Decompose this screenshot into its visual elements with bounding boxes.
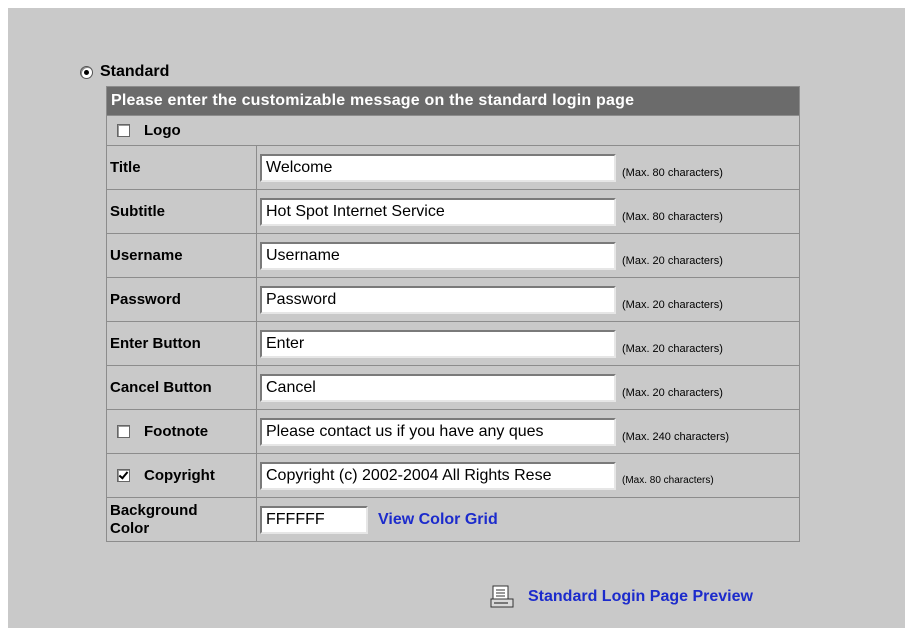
document-preview-icon[interactable]	[490, 584, 518, 610]
title-hint: (Max. 80 characters)	[622, 166, 723, 179]
password-label: Password	[107, 278, 257, 322]
background-color-row: Background Color FFFFFF View Color Grid	[107, 498, 799, 541]
background-color-label-line2: Color	[110, 519, 150, 537]
footnote-input[interactable]: Please contact us if you have any ques	[260, 417, 616, 446]
title-label: Title	[107, 146, 257, 190]
copyright-label: Copyright	[144, 467, 215, 484]
view-color-grid-link[interactable]: View Color Grid	[378, 511, 498, 529]
password-hint: (Max. 20 characters)	[622, 298, 723, 311]
password-row: Password Password (Max. 20 characters)	[107, 278, 799, 322]
subtitle-label: Subtitle	[107, 190, 257, 234]
cancel-button-row: Cancel Button Cancel (Max. 20 characters…	[107, 366, 799, 410]
copyright-checkbox[interactable]	[117, 469, 130, 482]
enter-button-row: Enter Button Enter (Max. 20 characters)	[107, 322, 799, 366]
footnote-hint: (Max. 240 characters)	[622, 430, 729, 443]
copyright-row: Copyright Copyright (c) 2002-2004 All Ri…	[107, 454, 799, 498]
footnote-checkbox[interactable]	[117, 425, 130, 438]
cancel-button-hint: (Max. 20 characters)	[622, 386, 723, 399]
title-row: Title Welcome (Max. 80 characters)	[107, 146, 799, 190]
subtitle-row: Subtitle Hot Spot Internet Service (Max.…	[107, 190, 799, 234]
enter-button-hint: (Max. 20 characters)	[622, 342, 723, 355]
logo-row: Logo	[107, 116, 799, 146]
subtitle-input[interactable]: Hot Spot Internet Service	[260, 197, 616, 226]
subtitle-hint: (Max. 80 characters)	[622, 210, 723, 223]
logo-checkbox[interactable]	[117, 124, 130, 137]
footnote-label: Footnote	[144, 423, 209, 440]
standard-mode-option[interactable]: Standard	[80, 62, 169, 82]
password-input[interactable]: Password	[260, 285, 616, 314]
username-row: Username Username (Max. 20 characters)	[107, 234, 799, 278]
background-color-input[interactable]: FFFFFF	[260, 505, 368, 534]
footnote-row: Footnote Please contact us if you have a…	[107, 410, 799, 454]
logo-label: Logo	[144, 122, 181, 139]
username-input[interactable]: Username	[260, 241, 616, 270]
enter-button-input[interactable]: Enter	[260, 329, 616, 358]
cancel-button-input[interactable]: Cancel	[260, 373, 616, 402]
standard-radio-label: Standard	[100, 63, 170, 80]
username-label: Username	[107, 234, 257, 278]
cancel-button-label: Cancel Button	[107, 366, 257, 410]
title-input[interactable]: Welcome	[260, 153, 616, 182]
copyright-hint: (Max. 80 characters)	[622, 475, 714, 486]
preview-link-group[interactable]: Standard Login Page Preview	[490, 584, 753, 610]
copyright-input[interactable]: Copyright (c) 2002-2004 All Rights Rese	[260, 461, 616, 490]
standard-login-preview-link[interactable]: Standard Login Page Preview	[528, 588, 753, 606]
table-header: Please enter the customizable message on…	[107, 87, 799, 116]
login-message-table: Please enter the customizable message on…	[106, 86, 800, 542]
standard-radio[interactable]	[80, 65, 93, 79]
background-color-label-line1: Background	[110, 501, 198, 519]
enter-button-label: Enter Button	[107, 322, 257, 366]
username-hint: (Max. 20 characters)	[622, 254, 723, 267]
